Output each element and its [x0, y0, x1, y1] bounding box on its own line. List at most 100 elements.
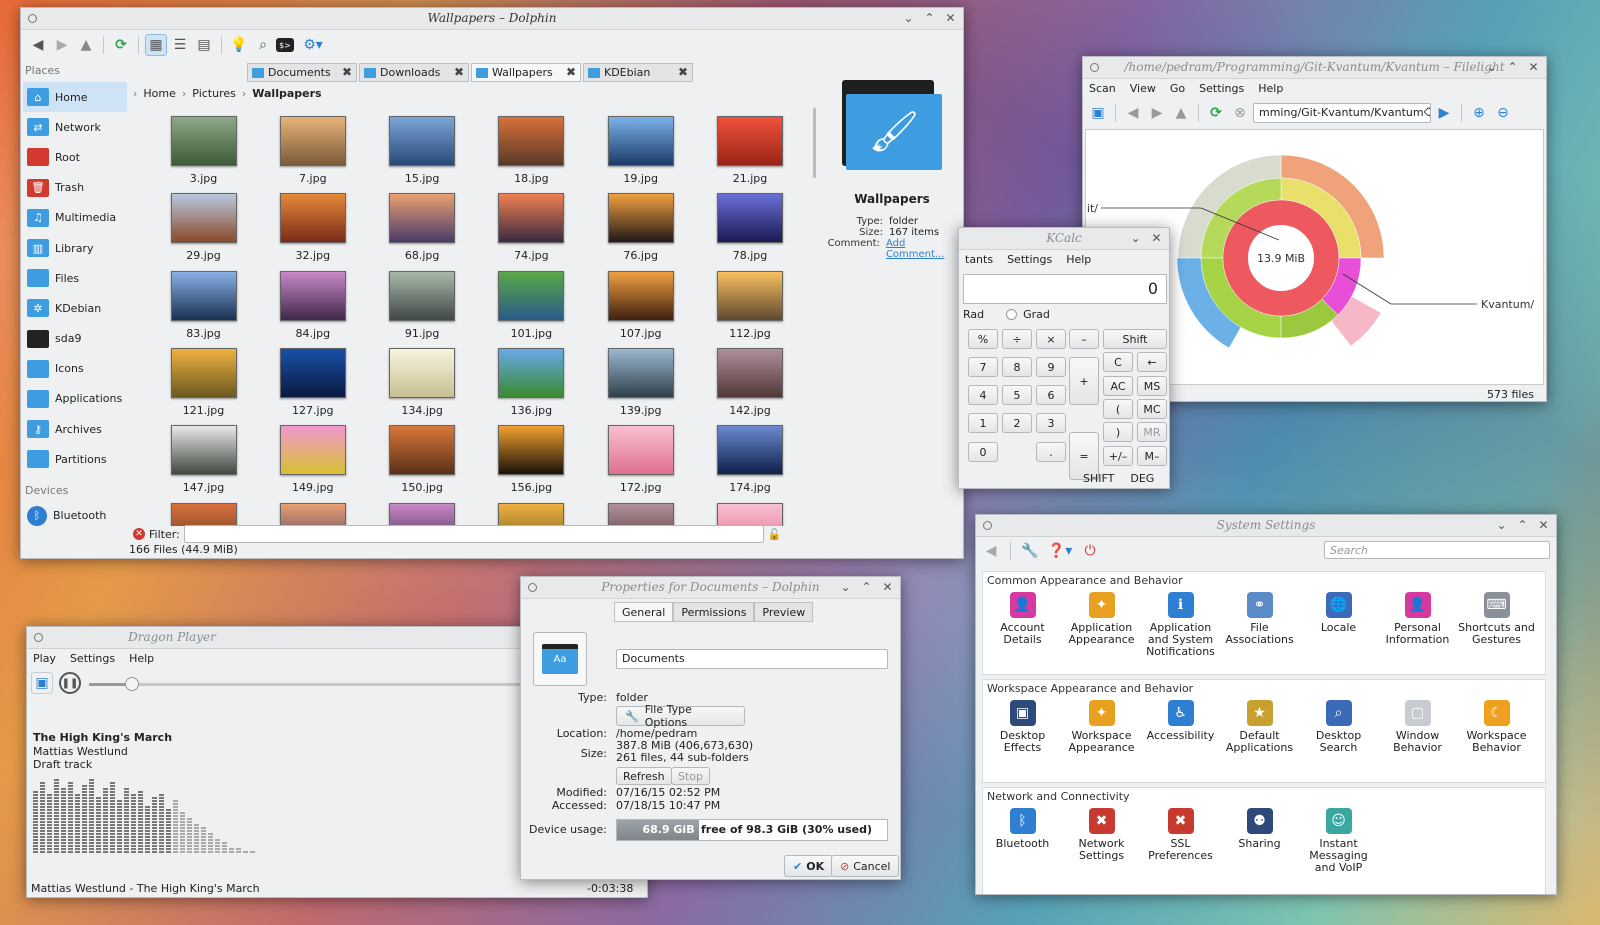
file-item[interactable]: 83.jpg — [149, 267, 258, 344]
back-icon[interactable]: ◀ — [980, 540, 1002, 562]
file-type-options-button[interactable]: 🔧 File Type Options — [616, 703, 745, 729]
file-item[interactable]: 78.jpg — [696, 189, 805, 266]
calc-key[interactable]: AC — [1103, 376, 1133, 396]
menu-scan[interactable]: Scan — [1089, 82, 1116, 96]
filter-input[interactable] — [183, 525, 764, 543]
maximize-icon[interactable]: ⌃ — [860, 580, 873, 594]
name-field[interactable]: Documents — [616, 649, 888, 669]
file-item-partial[interactable] — [477, 499, 586, 526]
back-icon[interactable]: ◀ — [27, 34, 49, 56]
calc-key[interactable]: MR — [1137, 422, 1167, 442]
file-item[interactable]: 101.jpg — [477, 267, 586, 344]
zoom-out-icon[interactable]: ⊖ — [1492, 102, 1514, 124]
close-icon[interactable]: ✕ — [1150, 231, 1163, 245]
close-icon[interactable]: ✕ — [1527, 60, 1540, 74]
open-file-icon[interactable]: ▣ — [31, 672, 53, 694]
menu-help[interactable]: Help — [1066, 253, 1091, 267]
file-item[interactable]: 134.jpg — [368, 344, 477, 421]
calc-key[interactable]: % — [968, 329, 998, 349]
file-item[interactable]: 3.jpg — [149, 112, 258, 189]
calc-key[interactable]: 3 — [1036, 413, 1066, 433]
file-item[interactable]: 84.jpg — [258, 267, 367, 344]
device-bluetooth[interactable]: ᛒ Bluetooth — [23, 500, 127, 530]
close-tab-icon[interactable]: ✖ — [342, 65, 352, 79]
minimize-icon[interactable]: ⌄ — [1495, 518, 1508, 532]
calc-key[interactable]: + — [1069, 357, 1099, 405]
minimize-icon[interactable]: ⌄ — [1485, 60, 1498, 74]
file-item[interactable]: 174.jpg — [696, 421, 805, 498]
minimize-icon[interactable]: ⌄ — [1129, 231, 1142, 245]
back-icon[interactable]: ◀ — [1122, 102, 1144, 124]
pause-icon[interactable]: ❚❚ — [59, 672, 81, 694]
maximize-icon[interactable]: ⌃ — [1516, 518, 1529, 532]
settings-module[interactable]: ⌕ Desktop Search — [1299, 700, 1378, 754]
tab-general[interactable]: General — [614, 602, 674, 622]
settings-module[interactable]: 🌐 Locale — [1299, 592, 1378, 634]
forward-icon[interactable]: ▶ — [51, 34, 73, 56]
file-item[interactable]: 32.jpg — [258, 189, 367, 266]
calc-key[interactable]: M– — [1137, 446, 1167, 466]
menu-go[interactable]: Go — [1170, 82, 1185, 96]
menu-settings[interactable]: Settings — [1199, 82, 1244, 96]
place-archives[interactable]: ⚷ Archives — [23, 414, 127, 444]
place-home[interactable]: ⌂ Home — [23, 82, 127, 113]
menu-view[interactable]: View — [1130, 82, 1156, 96]
slider-handle[interactable] — [124, 677, 139, 691]
place-sda9[interactable]: sda9 — [23, 324, 127, 354]
crumb-pictures[interactable]: Pictures — [192, 87, 236, 100]
file-item[interactable]: 7.jpg — [258, 112, 367, 189]
calc-key[interactable]: MS — [1137, 376, 1167, 396]
rad-radio[interactable]: Rad — [963, 308, 984, 321]
settings-module[interactable]: ⚉ Sharing — [1220, 808, 1299, 850]
calc-key[interactable]: × — [1036, 329, 1066, 349]
help-icon[interactable]: ❓▾ — [1045, 540, 1075, 562]
place-network[interactable]: ⇄ Network — [23, 112, 127, 142]
calc-key[interactable]: ÷ — [1002, 329, 1032, 349]
place-library[interactable]: ▥ Library — [23, 233, 127, 263]
calc-key[interactable]: ) — [1103, 422, 1133, 442]
go-icon[interactable]: ▶ — [1433, 102, 1455, 124]
ok-button[interactable]: ✔ OK — [784, 855, 834, 877]
close-tab-icon[interactable]: ✖ — [454, 65, 464, 79]
file-item[interactable]: 74.jpg — [477, 189, 586, 266]
calc-key[interactable]: 0 — [968, 442, 998, 462]
file-item[interactable]: 149.jpg — [258, 421, 367, 498]
settings-module[interactable]: ⚭ File Associations — [1220, 592, 1299, 646]
settings-module[interactable]: ★ Default Applications — [1220, 700, 1299, 754]
settings-module[interactable]: ✖ SSL Preferences — [1141, 808, 1220, 862]
menu-settings[interactable]: Settings — [1007, 253, 1052, 267]
file-item[interactable]: 127.jpg — [258, 344, 367, 421]
file-item[interactable]: 29.jpg — [149, 189, 258, 266]
calc-key[interactable]: 4 — [968, 385, 998, 405]
calc-key[interactable]: 6 — [1036, 385, 1066, 405]
calc-key[interactable]: ← — [1137, 352, 1167, 372]
settings-module[interactable]: ⌨ Shortcuts and Gestures — [1457, 592, 1536, 646]
file-item[interactable]: 139.jpg — [586, 344, 695, 421]
kcalc-titlebar[interactable]: KCalc ⌄ ✕ — [959, 228, 1169, 250]
settings-module[interactable]: ✦ Application Appearance — [1062, 592, 1141, 646]
file-item[interactable]: 19.jpg — [586, 112, 695, 189]
crumb-home[interactable]: Home — [143, 87, 175, 100]
close-icon[interactable]: ✕ — [944, 11, 957, 25]
tab-kdebian[interactable]: KDEbian ✖ — [583, 63, 693, 82]
filelight-titlebar[interactable]: /home/pedram/Programming/Git-Kvantum/Kva… — [1083, 57, 1546, 79]
settings-module[interactable]: 👤 Account Details — [983, 592, 1062, 646]
tab-downloads[interactable]: Downloads ✖ — [359, 63, 469, 82]
clear-icon[interactable]: ⌫ ▾ — [1424, 106, 1430, 120]
calc-key[interactable]: 2 — [1002, 413, 1032, 433]
menu-settings[interactable]: Settings — [70, 652, 115, 666]
close-icon[interactable]: ✕ — [881, 580, 894, 594]
file-item[interactable]: 121.jpg — [149, 344, 258, 421]
settings-module[interactable]: ᛒ Bluetooth — [983, 808, 1062, 850]
file-item-partial[interactable] — [586, 499, 695, 526]
maximize-icon[interactable]: ⌃ — [923, 11, 936, 25]
menu-play[interactable]: Play — [33, 652, 56, 666]
calc-key[interactable]: 7 — [968, 357, 998, 377]
tab-preview[interactable]: Preview — [754, 602, 814, 622]
terminal-icon[interactable]: $> — [276, 38, 294, 52]
calc-key[interactable]: 5 — [1002, 385, 1032, 405]
settings-module[interactable]: ☺ Instant Messaging and VoIP — [1299, 808, 1378, 874]
scan-icon[interactable]: ▣ — [1087, 102, 1109, 124]
place-trash[interactable]: 🗑 Trash — [23, 173, 127, 203]
search-icon[interactable]: ⌕ — [252, 34, 274, 56]
